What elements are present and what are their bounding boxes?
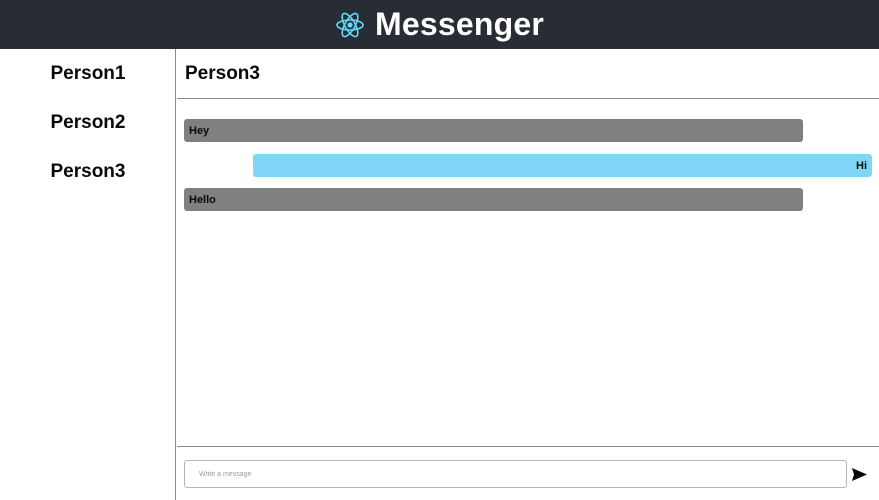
contacts-sidebar: Person1 Person2 Person3 xyxy=(0,49,176,500)
message-incoming: Hey xyxy=(184,119,803,142)
message-text: Hello xyxy=(189,193,216,206)
contact-person3[interactable]: Person3 xyxy=(0,158,176,186)
app-header: Messenger xyxy=(0,0,879,49)
message-text: Hi xyxy=(856,159,867,172)
message-composer xyxy=(177,446,879,500)
message-text: Hey xyxy=(189,124,210,137)
contact-person1[interactable]: Person1 xyxy=(0,60,176,88)
chat-header: Person3 xyxy=(177,49,879,99)
send-button[interactable] xyxy=(850,465,868,483)
chat-recipient-name: Person3 xyxy=(185,62,260,84)
chat-panel: Person3 Hey Hi Hello xyxy=(177,49,879,500)
send-arrow-icon xyxy=(851,467,867,481)
message-incoming: Hello xyxy=(184,188,803,211)
contact-person2[interactable]: Person2 xyxy=(0,109,176,137)
app-title: Messenger xyxy=(375,6,544,42)
react-atom-icon xyxy=(335,10,365,40)
message-input[interactable] xyxy=(184,460,847,488)
messenger-app: Messenger Person1 Person2 Person3 Person… xyxy=(0,0,879,500)
message-outgoing: Hi xyxy=(253,154,872,177)
